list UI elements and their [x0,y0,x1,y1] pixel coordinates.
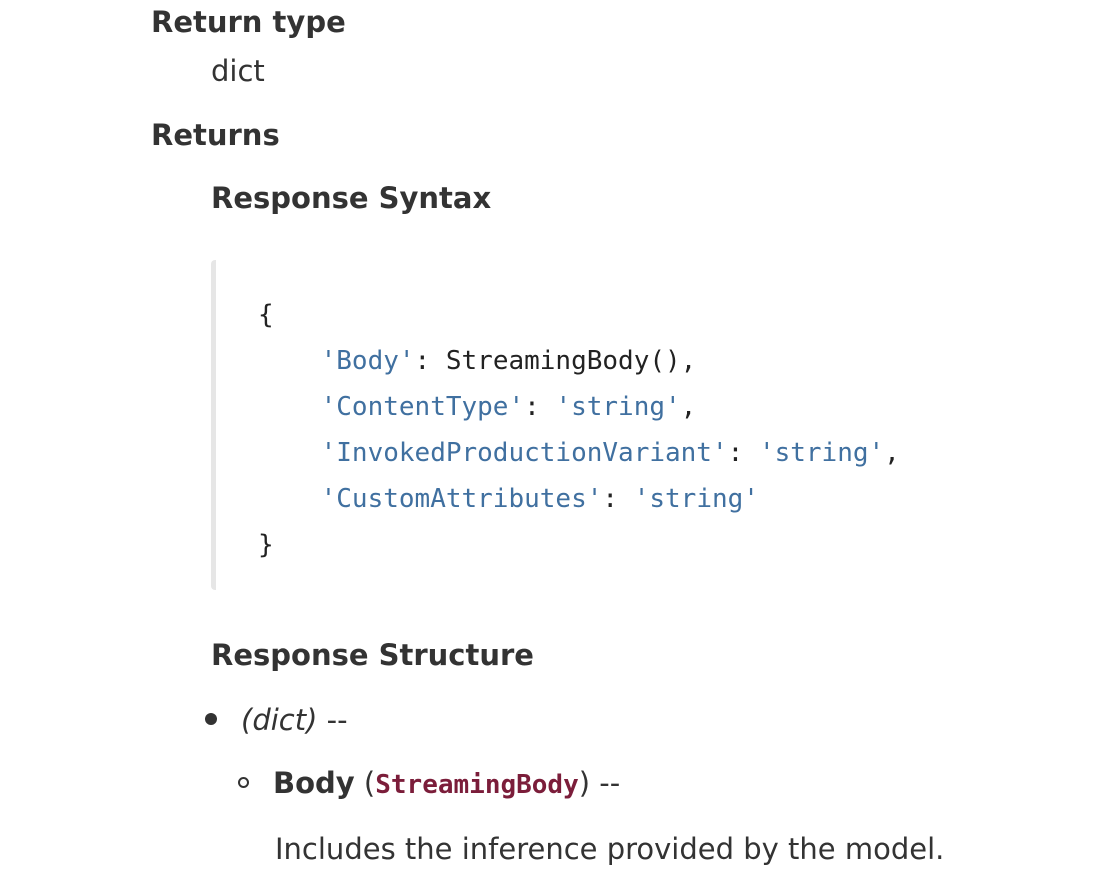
body-open-paren: ( [354,766,376,800]
response-syntax-code-block: { 'Body': StreamingBody(), 'ContentType'… [211,260,1071,590]
code-close-brace: } [258,530,274,560]
returns-label: Returns [151,118,280,152]
bullet-disc-icon [205,713,217,725]
code-value-content-type: 'string' [555,392,681,422]
code-value-invoked-production-variant: 'string' [758,438,885,468]
return-type-label: Return type [151,5,346,39]
code-sep: : [414,346,446,376]
body-type-link[interactable]: StreamingBody [375,770,579,800]
code-key-body: 'Body' [320,346,415,376]
return-type-value: dict [211,54,265,88]
code-value-custom-attributes: 'string' [633,484,759,514]
structure-body-item: Body (StreamingBody) -- [238,763,620,805]
code-content: { 'Body': StreamingBody(), 'ContentType'… [258,292,900,568]
structure-root-item: (dict) -- [205,700,348,740]
code-key-invoked-production-variant: 'InvokedProductionVariant' [320,438,728,468]
body-field-name: Body [273,766,355,800]
bullet-circle-icon [238,776,249,788]
code-open-brace: { [258,300,274,330]
root-suffix: -- [317,703,348,737]
documentation-page: Return type dict Returns Response Syntax… [0,0,1112,878]
code-sep: : [727,438,759,468]
body-close-paren: ) [578,766,591,800]
code-sep: : [524,392,556,422]
root-type: (dict) [241,703,318,737]
body-suffix: -- [590,766,621,800]
code-trail: , [884,438,900,468]
code-trail: , [680,392,697,422]
body-description: Includes the inference provided by the m… [275,832,945,866]
response-structure-heading: Response Structure [211,638,534,672]
code-value-body: StreamingBody() [445,346,681,376]
code-sep: : [602,484,634,514]
response-syntax-heading: Response Syntax [211,181,492,215]
code-key-custom-attributes: 'CustomAttributes' [320,484,603,514]
code-key-content-type: 'ContentType' [320,392,525,422]
code-trail: , [680,346,697,376]
